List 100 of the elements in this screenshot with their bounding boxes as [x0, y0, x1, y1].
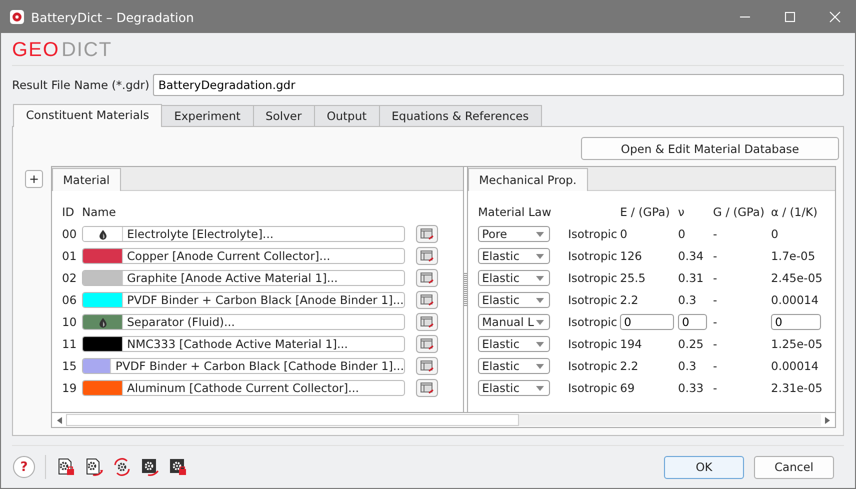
edit-material-icon[interactable]: [416, 335, 438, 353]
edit-material-icon[interactable]: [416, 291, 438, 309]
tab[interactable]: Experiment: [161, 105, 254, 126]
material-button[interactable]: Graphite [Anode Active Material 1]...: [82, 270, 405, 286]
material-law-dropdown[interactable]: Elastic: [478, 248, 550, 264]
splitter-handle[interactable]: [464, 272, 467, 307]
value-field[interactable]: 0: [771, 314, 821, 330]
edit-material-icon[interactable]: [416, 313, 438, 331]
material-law-dropdown[interactable]: Elastic: [478, 270, 550, 286]
material-button[interactable]: Electrolyte [Electrolyte]...: [82, 226, 405, 242]
table-cell-text: -: [713, 381, 718, 395]
table-cell-text: 69: [620, 381, 636, 395]
open-database-button[interactable]: Open & Edit Material Database: [581, 137, 839, 160]
tab[interactable]: Equations & References: [378, 105, 542, 126]
dropdown-arrow-icon: [536, 364, 544, 368]
material-law-dropdown[interactable]: Elastic: [478, 358, 550, 374]
column-header: ν: [678, 205, 686, 219]
table-cell-text: 1.25e-05: [771, 337, 824, 351]
material-button[interactable]: PVDF Binder + Carbon Black [Cathode Binder 1]...: [82, 358, 405, 374]
dropdown-arrow-icon: [536, 298, 544, 302]
id-cell-text: 06: [62, 293, 78, 307]
material-law-dropdown[interactable]: Pore: [478, 226, 550, 242]
scrollbar-thumb[interactable]: [66, 414, 519, 426]
column-header: G / (GPa): [713, 205, 766, 219]
tab[interactable]: Output: [314, 105, 380, 126]
material-law-dropdown[interactable]: Elastic: [478, 292, 550, 308]
material-name: NMC333 [Cathode Active Material 1]...: [126, 337, 348, 351]
table-cell-text: 0.3: [678, 293, 698, 307]
table-cell-text: 126: [620, 249, 643, 263]
file-name-field[interactable]: BatteryDegradation.gdr: [153, 74, 844, 96]
id-cell-text: 00: [62, 227, 78, 241]
table-cell-text: 0: [678, 227, 686, 241]
table-cell-text: -: [713, 271, 718, 285]
table-cell-text: 0.00014: [771, 359, 820, 373]
material-name: PVDF Binder + Carbon Black [Anode Binder 1]...: [126, 293, 404, 307]
help-button[interactable]: ?: [13, 456, 35, 478]
geodict-logo: GEO DICT: [12, 38, 112, 63]
material-button[interactable]: Aluminum [Cathode Current Collector]...: [82, 380, 405, 396]
dropdown-arrow-icon: [536, 386, 544, 390]
maximize-icon[interactable]: [784, 11, 796, 23]
material-law-dropdown[interactable]: Manual L: [478, 314, 550, 330]
table-cell-text: Isotropic: [568, 249, 618, 263]
cancel-button[interactable]: Cancel: [754, 456, 834, 478]
scroll-right-icon[interactable]: [825, 416, 830, 424]
material-name: PVDF Binder + Carbon Black [Cathode Binder 1]...: [114, 359, 404, 373]
table-cell-text: -: [713, 359, 718, 373]
column-header: Name: [82, 205, 116, 219]
table-cell-text: Isotropic: [568, 381, 618, 395]
tab[interactable]: Constituent Materials: [13, 104, 162, 127]
edit-material-icon[interactable]: [416, 379, 438, 397]
add-button[interactable]: +: [25, 170, 43, 188]
material-button[interactable]: Copper [Anode Current Collector]...: [82, 248, 405, 264]
horizontal-scrollbar[interactable]: [51, 412, 836, 428]
material-button[interactable]: PVDF Binder + Carbon Black [Anode Binder 1]...: [82, 292, 405, 308]
dropdown-arrow-icon: [536, 342, 544, 346]
table-cell-text: Isotropic: [568, 337, 618, 351]
material-law-dropdown[interactable]: Elastic: [478, 380, 550, 396]
value-field[interactable]: 0: [620, 314, 674, 330]
material-name: Aluminum [Cathode Current Collector]...: [126, 381, 360, 395]
table-cell-text: 0.00014: [771, 293, 820, 307]
gear-document-arrow-icon[interactable]: [84, 457, 104, 477]
window-title: BatteryDict – Degradation: [31, 10, 195, 24]
table-cell-text: -: [713, 337, 718, 351]
dropdown-arrow-icon: [536, 320, 544, 324]
material-button[interactable]: Separator (Fluid)...: [82, 314, 405, 330]
id-cell-text: 19: [62, 381, 78, 395]
material-name: Copper [Anode Current Collector]...: [126, 249, 330, 263]
column-header: Material Law: [478, 205, 552, 219]
table-cell-text: 0.34: [678, 249, 705, 263]
gear-refresh-icon[interactable]: [112, 457, 132, 477]
pane-tab[interactable]: Mechanical Prop.: [468, 168, 588, 191]
table-cell-text: Isotropic: [568, 293, 618, 307]
dropdown-arrow-icon: [536, 232, 544, 236]
scroll-left-icon[interactable]: [57, 416, 62, 424]
edit-material-icon[interactable]: [416, 269, 438, 287]
column-header: E / (GPa): [620, 205, 671, 219]
table-cell-text: 194: [620, 337, 643, 351]
material-button[interactable]: NMC333 [Cathode Active Material 1]...: [82, 336, 405, 352]
gear-document-lock-icon[interactable]: [56, 457, 76, 477]
table-cell-text: -: [713, 293, 718, 307]
material-law-dropdown[interactable]: Elastic: [478, 336, 550, 352]
gear-box-lock-icon[interactable]: [168, 457, 188, 477]
tab[interactable]: Solver: [252, 105, 315, 126]
table-cell-text: Isotropic: [568, 315, 618, 329]
table-cell-text: 0.31: [678, 271, 705, 285]
edit-material-icon[interactable]: [416, 225, 438, 243]
droplet-icon: [98, 228, 108, 240]
table-cell-text: -: [713, 249, 718, 263]
gear-box-arrow-icon[interactable]: [140, 457, 160, 477]
edit-material-icon[interactable]: [416, 247, 438, 265]
table-cell-text: 0.33: [678, 381, 705, 395]
table-cell-text: 2.2: [620, 359, 640, 373]
edit-material-icon[interactable]: [416, 357, 438, 375]
close-icon[interactable]: [829, 11, 841, 23]
dropdown-arrow-icon: [536, 254, 544, 258]
table-cell-text: -: [713, 315, 718, 329]
value-field[interactable]: 0: [678, 314, 707, 330]
pane-tab[interactable]: Material: [52, 168, 121, 191]
ok-button[interactable]: OK: [664, 456, 744, 478]
table-cell-text: Isotropic: [568, 359, 618, 373]
